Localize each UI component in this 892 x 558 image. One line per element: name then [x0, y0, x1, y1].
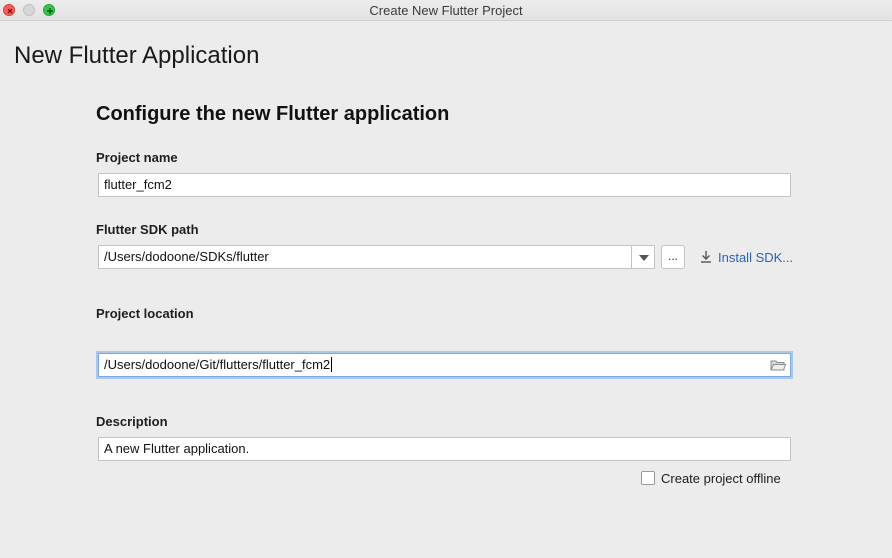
- sdk-path-value: /Users/dodoone/SDKs/flutter: [104, 249, 269, 264]
- window-title: Create New Flutter Project: [369, 3, 523, 18]
- folder-icon[interactable]: [770, 359, 786, 371]
- project-location-value: /Users/dodoone/Git/flutters/flutter_fcm2: [104, 357, 331, 372]
- sdk-path-combobox[interactable]: /Users/dodoone/SDKs/flutter: [98, 245, 655, 269]
- project-location-label: Project location: [96, 306, 194, 321]
- chevron-down-icon[interactable]: [631, 246, 654, 268]
- page-title: New Flutter Application: [14, 42, 260, 69]
- install-sdk-label: Install SDK...: [718, 250, 794, 265]
- download-icon: [701, 251, 711, 263]
- sdk-path-label: Flutter SDK path: [96, 222, 199, 237]
- project-location-field[interactable]: /Users/dodoone/Git/flutters/flutter_fcm2: [98, 353, 791, 377]
- section-title: Configure the new Flutter application: [96, 103, 450, 125]
- text-caret: [331, 357, 333, 372]
- project-name-label: Project name: [96, 150, 178, 165]
- description-label: Description: [96, 414, 168, 429]
- description-field[interactable]: A new Flutter application.: [98, 437, 791, 461]
- sdk-browse-button[interactable]: ...: [661, 245, 685, 269]
- create-offline-label[interactable]: Create project offline: [661, 471, 781, 486]
- create-offline-checkbox[interactable]: [641, 471, 655, 485]
- project-name-value: flutter_fcm2: [104, 177, 172, 192]
- description-value: A new Flutter application.: [104, 441, 250, 456]
- window-titlebar: Create New Flutter Project: [0, 0, 892, 21]
- project-name-field[interactable]: flutter_fcm2: [98, 173, 791, 197]
